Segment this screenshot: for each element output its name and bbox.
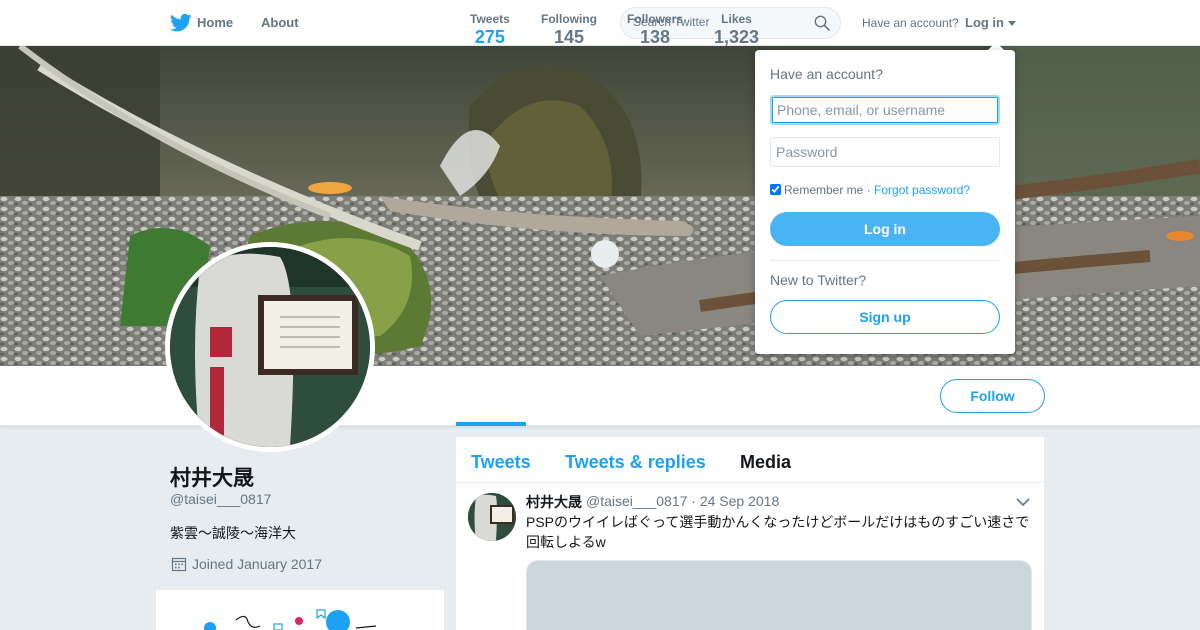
nav-home-link[interactable]: Home bbox=[197, 15, 233, 30]
login-dropdown: Have an account? Remember me · Forgot pa… bbox=[755, 50, 1015, 354]
stat-label: Likes bbox=[721, 12, 752, 26]
stat-label: Tweets bbox=[470, 12, 510, 26]
sidebar-card bbox=[156, 590, 444, 630]
stat-tweets[interactable]: Tweets 275 bbox=[470, 12, 510, 48]
login-button[interactable]: Log in bbox=[770, 212, 1000, 246]
login-menu-link[interactable]: Log in bbox=[965, 15, 1004, 30]
top-navigation-bar: Home About Have an account? Log in bbox=[0, 0, 1200, 46]
stat-label: Following bbox=[541, 12, 597, 26]
tab-tweets[interactable]: Tweets bbox=[471, 452, 531, 473]
profile-joined-date: Joined January 2017 bbox=[192, 556, 322, 572]
tab-tweets-and-replies[interactable]: Tweets & replies bbox=[565, 452, 706, 473]
profile-handle[interactable]: @taisei___0817 bbox=[170, 491, 271, 507]
profile-avatar[interactable] bbox=[165, 242, 375, 452]
tab-media[interactable]: Media bbox=[740, 452, 791, 473]
tweet-text: PSPのウイイレばぐって選手動かんくなったけどボールだけはものすごい速さで回転し… bbox=[526, 514, 1030, 550]
divider bbox=[770, 260, 1000, 261]
remember-me-label[interactable]: Remember me bbox=[784, 183, 863, 197]
stat-value: 138 bbox=[639, 27, 671, 47]
forgot-password-link[interactable]: Forgot password? bbox=[874, 183, 970, 197]
twitter-bird-icon[interactable] bbox=[170, 13, 192, 33]
new-to-twitter-text: New to Twitter? bbox=[770, 272, 867, 288]
profile-bio: 紫雲～誠陵～海洋大 bbox=[170, 525, 296, 541]
decorative-illustration-icon bbox=[204, 609, 377, 630]
timeline-tabs: Tweets Tweets & replies Media bbox=[456, 437, 1044, 483]
timeline-panel: Tweets Tweets & replies Media 村井大晟 @tais… bbox=[456, 437, 1044, 630]
tweet-item[interactable]: 村井大晟 @taisei___0817 · 24 Sep 2018 PSPのウイ… bbox=[456, 484, 1044, 630]
tweet-media-image[interactable] bbox=[526, 560, 1032, 630]
nav-about-link[interactable]: About bbox=[261, 15, 299, 30]
stat-value: 145 bbox=[553, 27, 585, 47]
chevron-down-icon[interactable] bbox=[1016, 497, 1030, 507]
password-field[interactable] bbox=[770, 137, 1000, 167]
dropdown-title: Have an account? bbox=[770, 66, 883, 82]
calendar-icon bbox=[171, 557, 187, 572]
have-account-text: Have an account? bbox=[862, 16, 959, 30]
stat-label: Followers bbox=[627, 12, 684, 26]
active-stat-indicator bbox=[456, 422, 526, 426]
remember-me-row: Remember me · Forgot password? bbox=[770, 183, 970, 197]
remember-me-checkbox[interactable] bbox=[770, 184, 781, 195]
stat-following[interactable]: Following 145 bbox=[541, 12, 597, 48]
username-field[interactable] bbox=[770, 95, 1000, 125]
stat-value: 275 bbox=[474, 27, 505, 47]
tweet-author-meta[interactable]: @taisei___0817 · 24 Sep 2018 bbox=[586, 493, 779, 509]
search-icon[interactable] bbox=[814, 15, 830, 31]
follow-button[interactable]: Follow bbox=[940, 379, 1045, 413]
signup-button[interactable]: Sign up bbox=[770, 300, 1000, 334]
chevron-down-icon[interactable] bbox=[1008, 21, 1016, 26]
profile-name[interactable]: 村井大晟 bbox=[170, 462, 254, 492]
tweet-avatar[interactable] bbox=[468, 493, 516, 541]
stat-likes[interactable]: Likes 1,323 bbox=[714, 12, 759, 48]
dropdown-caret bbox=[988, 42, 1004, 50]
separator-dot: · bbox=[863, 183, 875, 197]
stat-followers[interactable]: Followers 138 bbox=[627, 12, 683, 48]
tweet-author-name[interactable]: 村井大晟 bbox=[526, 492, 582, 512]
stat-value: 1,323 bbox=[714, 27, 760, 47]
